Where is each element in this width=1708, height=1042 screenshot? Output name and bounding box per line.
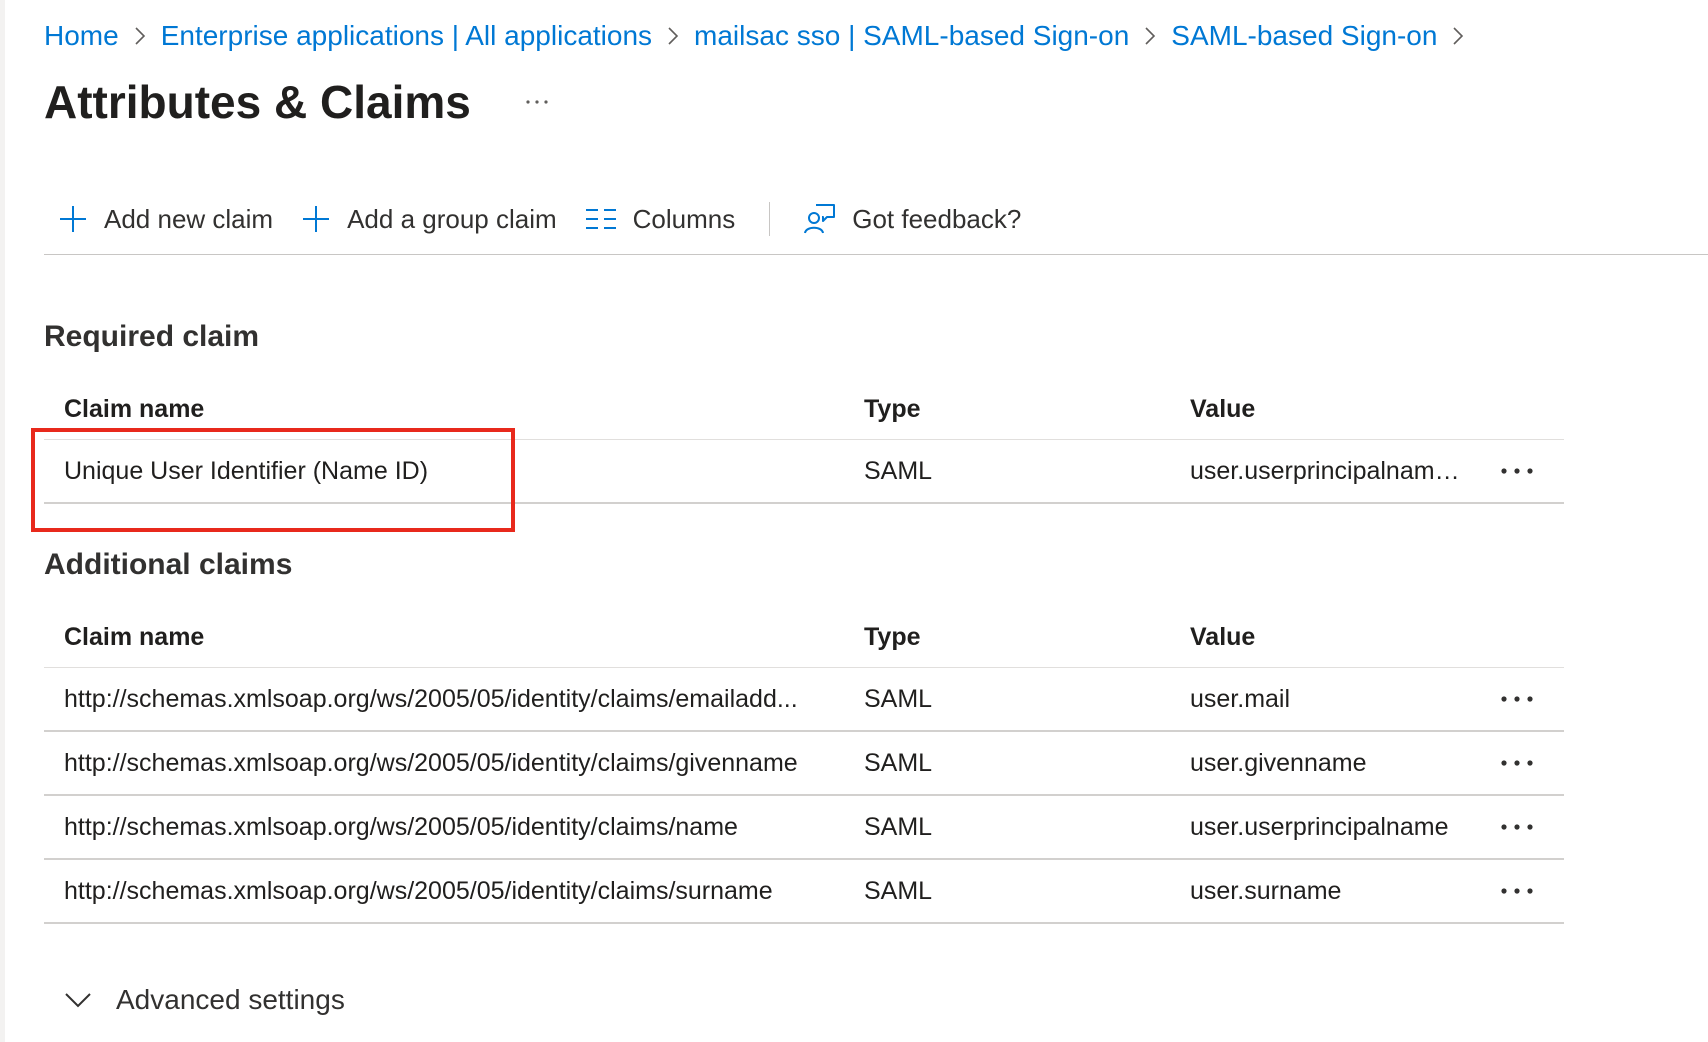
claim-value-cell: user.userprincipalname [... [1190,456,1470,485]
page-title: Attributes & Claims [44,76,471,128]
column-header-claim-name[interactable]: Claim name [44,623,844,652]
claim-name-cell[interactable]: http://schemas.xmlsoap.org/ws/2005/05/id… [44,813,844,842]
chevron-down-icon [65,993,91,1008]
claim-type-cell: SAML [864,876,933,905]
breadcrumb-home[interactable]: Home [44,20,119,52]
table-row[interactable]: http://schemas.xmlsoap.org/ws/2005/05/id… [44,732,1564,796]
title-row: Attributes & Claims [44,72,551,132]
claim-type-cell: SAML [864,812,933,841]
column-header-type[interactable]: Type [844,395,1170,424]
breadcrumb-enterprise-applications[interactable]: Enterprise applications | All applicatio… [161,20,652,52]
add-new-claim-label: Add new claim [104,203,274,234]
left-edge [0,0,5,1042]
table-header: Claim name Type Value [44,380,1564,440]
toolbar-divider-line [44,254,1708,255]
claim-type-cell: SAML [864,684,933,713]
required-claims-grid: Claim name Type Value Unique User Identi… [44,380,1564,504]
table-row[interactable]: Unique User Identifier (Name ID) SAML us… [44,440,1564,504]
chevron-right-icon [133,26,147,46]
claim-name-cell[interactable]: http://schemas.xmlsoap.org/ws/2005/05/id… [44,685,844,714]
add-group-claim-button[interactable]: Add a group claim [287,196,571,242]
claim-type-cell: SAML [864,748,933,777]
column-header-claim-name[interactable]: Claim name [44,395,844,424]
column-header-value[interactable]: Value [1170,395,1470,424]
columns-label: Columns [632,203,736,234]
additional-claims-heading: Additional claims [44,548,293,581]
table-row[interactable]: http://schemas.xmlsoap.org/ws/2005/05/id… [44,796,1564,860]
table-header: Claim name Type Value [44,608,1564,668]
claim-value-cell: user.userprincipalname [1190,812,1449,841]
plus-icon [58,204,88,234]
columns-icon [585,208,617,230]
toolbar-divider [769,202,771,236]
row-more-icon[interactable] [1470,823,1564,831]
claim-value-cell: user.givenname [1190,748,1367,777]
row-more-icon[interactable] [1470,695,1564,703]
chevron-right-icon [666,26,680,46]
feedback-icon [802,203,836,235]
chevron-right-icon [1143,26,1157,46]
claim-value-cell: user.mail [1190,684,1291,713]
command-bar: Add new claim Add a group claim Columns … [44,196,1035,242]
add-group-claim-label: Add a group claim [347,203,557,234]
additional-claims-grid: Claim name Type Value http://schemas.xml… [44,608,1564,924]
plus-icon [301,204,331,234]
advanced-settings-label: Advanced settings [116,984,345,1015]
claim-value-cell: user.surname [1190,876,1342,905]
column-header-type[interactable]: Type [844,623,1170,652]
table-row[interactable]: http://schemas.xmlsoap.org/ws/2005/05/id… [44,860,1564,924]
breadcrumb: Home Enterprise applications | All appli… [44,16,1479,56]
columns-button[interactable]: Columns [571,196,750,242]
column-header-value[interactable]: Value [1170,623,1470,652]
row-more-icon[interactable] [1470,887,1564,895]
got-feedback-label: Got feedback? [852,203,1022,234]
ellipsis-icon[interactable] [523,88,551,116]
claim-name-cell[interactable]: Unique User Identifier (Name ID) [44,457,844,486]
breadcrumb-mailsac-sso[interactable]: mailsac sso | SAML-based Sign-on [694,20,1129,52]
required-claim-heading: Required claim [44,320,260,353]
claim-type-cell: SAML [864,456,933,485]
breadcrumb-saml-sign-on[interactable]: SAML-based Sign-on [1171,20,1437,52]
got-feedback-button[interactable]: Got feedback? [788,196,1035,242]
row-more-icon[interactable] [1470,467,1564,475]
row-more-icon[interactable] [1470,759,1564,767]
add-new-claim-button[interactable]: Add new claim [44,196,287,242]
chevron-right-icon [1451,26,1465,46]
claim-name-cell[interactable]: http://schemas.xmlsoap.org/ws/2005/05/id… [44,749,844,778]
claim-name-cell[interactable]: http://schemas.xmlsoap.org/ws/2005/05/id… [44,877,844,906]
advanced-settings-toggle[interactable]: Advanced settings [64,978,345,1022]
table-row[interactable]: http://schemas.xmlsoap.org/ws/2005/05/id… [44,668,1564,732]
